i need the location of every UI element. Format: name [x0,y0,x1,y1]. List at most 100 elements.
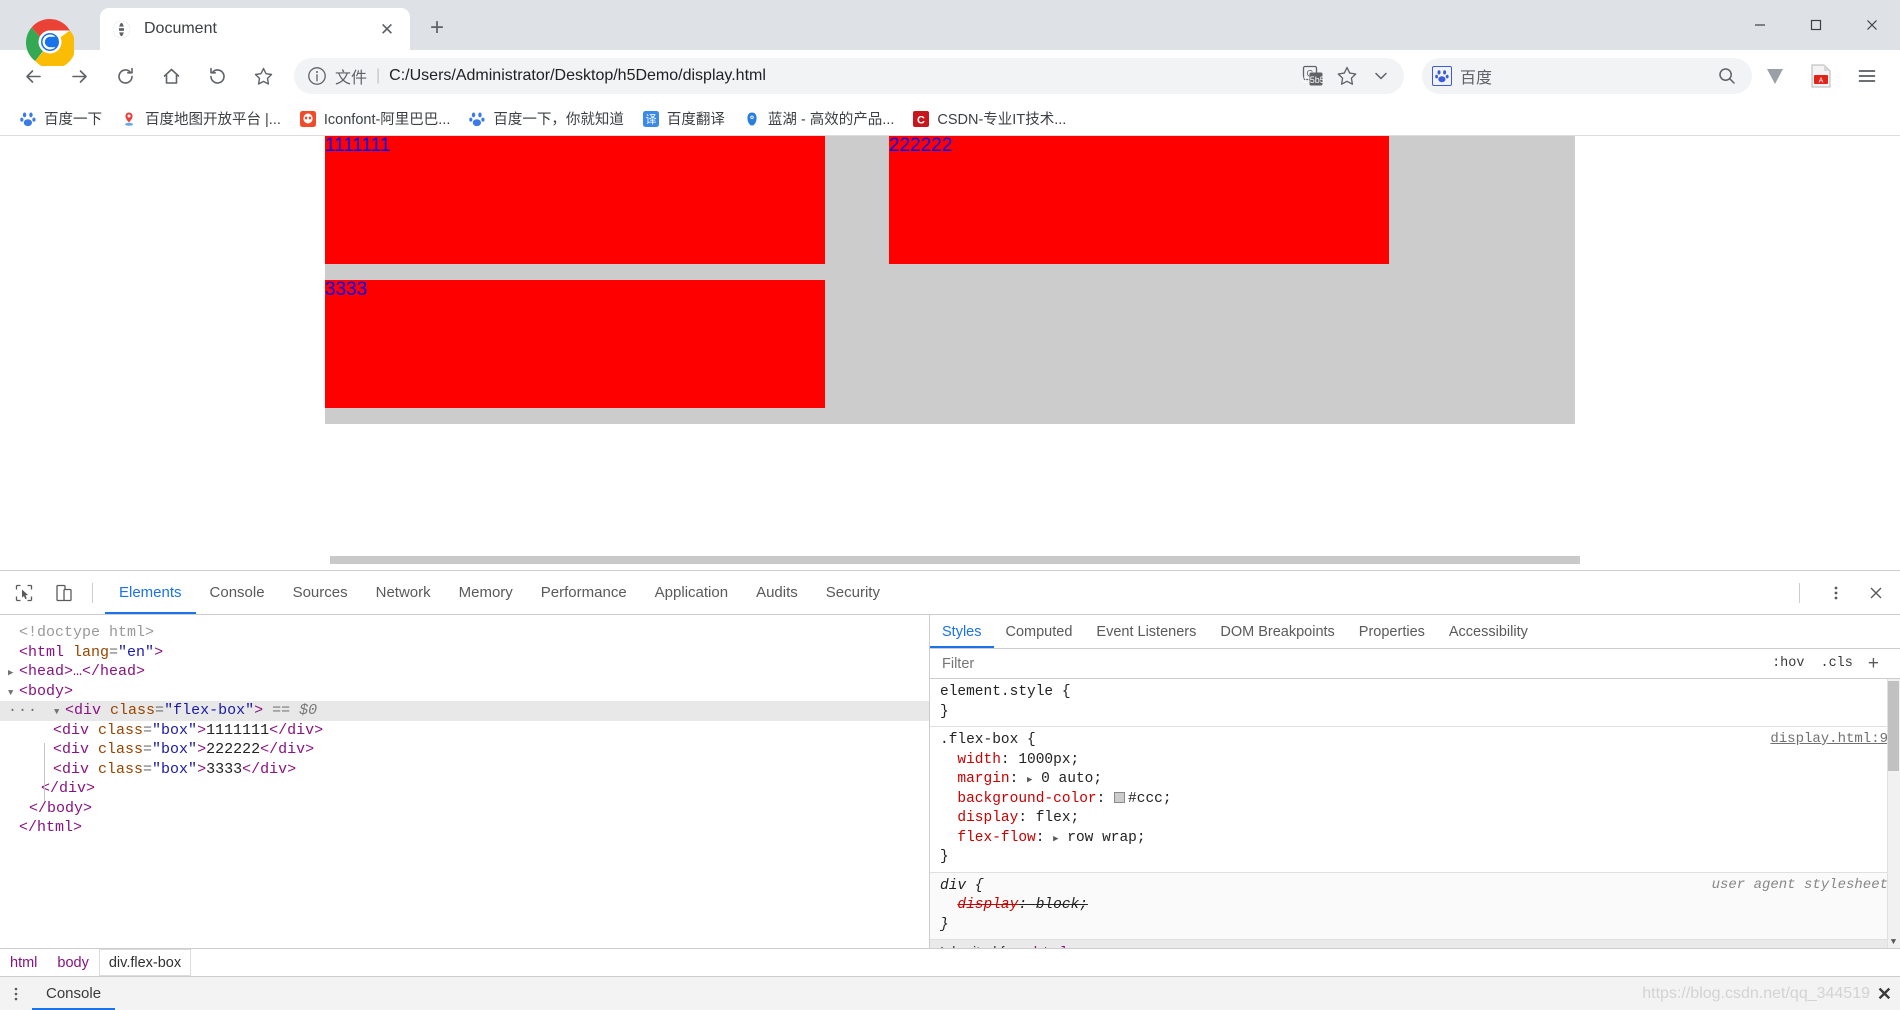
dom-line-box1[interactable]: <div class="box">1111111</div> [0,721,929,741]
dom-line-flexbox[interactable]: ··· ▼ <div class="flex-box"> == $0 [0,701,929,721]
dom-line-close-flexbox[interactable]: </div> [0,779,929,799]
inherited-source-tag[interactable]: html [1034,946,1069,948]
inspect-cursor-icon[interactable] [8,577,40,609]
devtools-tab-audits[interactable]: Audits [742,571,812,614]
history-back-icon[interactable] [199,58,235,94]
breadcrumb-item-html[interactable]: html [0,949,47,976]
dom-line-box3[interactable]: <div class="box">3333</div> [0,760,929,780]
property-name[interactable]: display [957,810,1018,826]
hov-toggle-button[interactable]: :hov [1764,656,1812,671]
close-icon[interactable] [1860,577,1892,609]
property-name[interactable]: width [957,752,1001,768]
breadcrumb-item-flexbox[interactable]: div.flex-box [98,949,192,976]
devtools-tab-memory[interactable]: Memory [445,571,527,614]
styles-tab-event-listeners[interactable]: Event Listeners [1084,615,1208,648]
devtools-tab-application[interactable]: Application [641,571,742,614]
tab-close-icon[interactable]: ✕ [376,18,398,40]
styles-tab-accessibility[interactable]: Accessibility [1437,615,1540,648]
devtools-tab-network[interactable]: Network [362,571,445,614]
drawer-tab-console[interactable]: Console [32,977,115,1010]
translate-icon[interactable]: G \u5b57 [1298,61,1328,91]
property-value[interactable]: 0 auto; [1041,771,1102,787]
styles-tab-styles[interactable]: Styles [930,615,994,648]
bookmark-star-icon[interactable] [245,58,281,94]
bookmark-item[interactable]: Iconfont-阿里巴巴... [290,106,460,132]
bookmark-item[interactable]: 百度地图开放平台 |... [111,106,290,132]
dom-tree-pane[interactable]: <!doctype html> <html lang="en"> ▶ <head>… [0,615,930,948]
kebab-menu-icon[interactable] [1820,577,1852,609]
css-declaration-display[interactable]: display: flex; [940,809,1900,829]
css-rule-div-useragent[interactable]: user agent stylesheet div { display: blo… [930,872,1900,940]
dom-line-html[interactable]: <html lang="en"> [0,643,929,663]
css-rule-flex-box[interactable]: display.html:9 .flex-box { width: 1000px… [930,727,1900,873]
new-style-rule-button[interactable]: + [1861,654,1886,673]
pdf-icon[interactable]: A [1803,58,1839,94]
bookmark-item[interactable]: 蓝湖 - 高效的产品... [734,106,903,132]
search-box[interactable]: 百度 [1422,58,1752,94]
property-value[interactable]: row wrap; [1067,830,1145,846]
css-declaration-margin[interactable]: margin: ▶ 0 auto; [940,770,1900,790]
hamburger-menu-icon[interactable] [1849,58,1885,94]
devtools-tab-security[interactable]: Security [812,571,894,614]
bookmark-item[interactable]: C CSDN-专业IT技术... [903,106,1075,132]
css-declaration-flex-flow[interactable]: flex-flow: ▶ row wrap; [940,829,1900,849]
styles-tab-dom-breakpoints[interactable]: DOM Breakpoints [1208,615,1346,648]
scrollbar-thumb[interactable] [330,556,1580,564]
dom-line-head[interactable]: ▶ <head>…</head> [0,662,929,682]
css-declaration-width[interactable]: width: 1000px; [940,751,1900,771]
css-declaration-display-overridden[interactable]: display: block; [940,896,1900,916]
page-horizontal-scrollbar[interactable] [330,556,1580,564]
bookmark-item[interactable]: 百度一下，你就知道 [459,106,633,132]
address-bar[interactable]: 文件 | C:/Users/Administrator/Desktop/h5De… [294,58,1404,94]
dom-line-close-html[interactable]: </html> [0,818,929,838]
css-rules-list[interactable]: element.style { } display.html:9 .flex-b… [930,679,1900,948]
bookmark-item[interactable]: 译 百度翻译 [633,106,734,132]
reload-icon[interactable] [107,58,143,94]
node-badge[interactable]: ··· [8,702,38,719]
chevron-right-icon[interactable]: ▶ [8,664,19,684]
property-name[interactable]: flex-flow [957,830,1035,846]
styles-tab-properties[interactable]: Properties [1347,615,1437,648]
devtools-tab-performance[interactable]: Performance [527,571,641,614]
watermark-close-icon[interactable]: ✕ [1877,985,1892,1003]
dom-line-close-body[interactable]: </body> [0,799,929,819]
rule-origin-link[interactable]: display.html:9 [1770,731,1888,747]
property-name[interactable]: display [957,897,1018,913]
kebab-menu-icon[interactable] [0,986,32,1002]
magnifier-icon[interactable] [1712,61,1742,91]
minimize-button[interactable] [1732,0,1788,50]
property-value[interactable]: 1000px; [1018,752,1079,768]
star-outline-icon[interactable] [1332,61,1362,91]
info-circle-icon[interactable] [306,65,328,87]
dom-line-doctype[interactable]: <!doctype html> [0,623,929,643]
color-swatch[interactable] [1114,791,1126,803]
styles-filter-input[interactable]: Filter [942,656,1764,672]
cls-toggle-button[interactable]: .cls [1812,656,1860,671]
scroll-down-arrow-icon[interactable]: ▼ [1888,935,1899,948]
styles-scrollbar[interactable]: ▼ [1887,679,1900,948]
v-shaped-icon[interactable] [1757,58,1793,94]
new-tab-button[interactable]: + [420,11,454,45]
property-name[interactable]: margin [957,771,1009,787]
bookmark-item[interactable]: 百度一下 [10,106,111,132]
breadcrumb-item-body[interactable]: body [47,949,98,976]
property-value[interactable]: block; [1036,897,1088,913]
property-value[interactable]: flex; [1036,810,1080,826]
scrollbar-thumb[interactable] [1888,681,1899,771]
property-name[interactable]: background-color [957,791,1096,807]
css-declaration-background-color[interactable]: background-color: #ccc; [940,790,1900,810]
devtools-tab-sources[interactable]: Sources [279,571,362,614]
home-icon[interactable] [153,58,189,94]
property-value[interactable]: #ccc; [1128,791,1172,807]
device-toolbar-icon[interactable] [48,577,80,609]
dom-line-body[interactable]: ▼ <body> [0,682,929,702]
devtools-tab-console[interactable]: Console [196,571,279,614]
close-button[interactable] [1844,0,1900,50]
browser-tab[interactable]: Document ✕ [100,8,410,50]
chevron-down-icon[interactable] [1366,61,1396,91]
chevron-down-icon[interactable]: ▼ [54,703,65,723]
styles-tab-computed[interactable]: Computed [994,615,1085,648]
maximize-button[interactable] [1788,0,1844,50]
url-text[interactable]: C:/Users/Administrator/Desktop/h5Demo/di… [389,67,1294,85]
dom-line-box2[interactable]: <div class="box">222222</div> [0,740,929,760]
